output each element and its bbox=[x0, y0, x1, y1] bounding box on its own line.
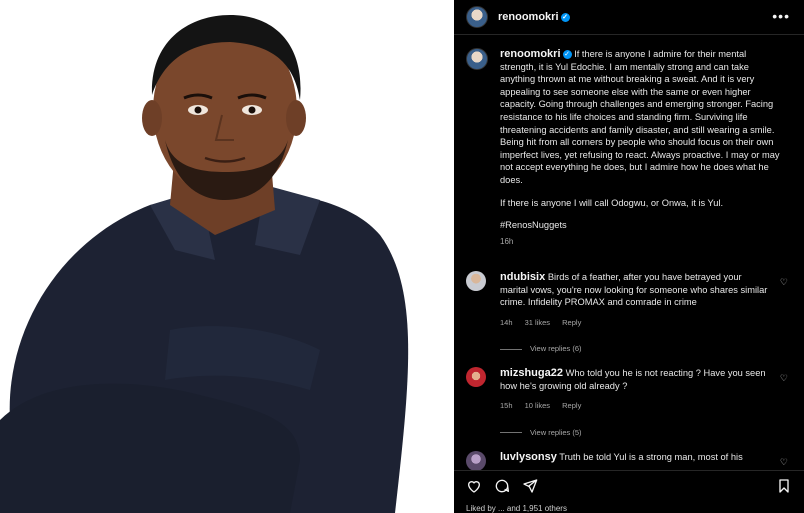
caption-paragraph-2: If there is anyone I will call Odogwu, o… bbox=[500, 197, 724, 208]
commenter-avatar[interactable] bbox=[466, 271, 486, 291]
caption-author-avatar[interactable] bbox=[466, 48, 488, 70]
post-header: renoomokri ✓ ••• bbox=[454, 0, 804, 35]
comment-like-icon[interactable]: ♡ bbox=[780, 373, 788, 384]
author-username-text[interactable]: renoomokri bbox=[498, 11, 559, 23]
caption-paragraph-1: If there is anyone I admire for their me… bbox=[500, 49, 780, 185]
comment-reply-button[interactable]: Reply bbox=[562, 318, 581, 327]
comment-reply-button[interactable]: Reply bbox=[562, 401, 581, 410]
view-replies-button[interactable]: View replies (5) bbox=[500, 427, 772, 440]
caption-time: 16h bbox=[500, 236, 514, 246]
caption-text: renoomokri ✓ If there is anyone I admire … bbox=[500, 48, 782, 248]
comment-username[interactable]: ndubisix bbox=[500, 271, 545, 283]
bookmark-icon[interactable] bbox=[776, 478, 792, 499]
commenter-avatar[interactable] bbox=[466, 367, 486, 387]
comment-body: ndubisix Birds of a feather, after you h… bbox=[500, 271, 772, 356]
comment-icon[interactable] bbox=[494, 478, 510, 499]
caption-hashtag[interactable]: #RenosNuggets bbox=[500, 219, 782, 232]
heart-icon[interactable] bbox=[466, 478, 482, 499]
send-icon[interactable] bbox=[522, 478, 538, 499]
comment-likes[interactable]: 31 likes bbox=[525, 318, 550, 327]
comment-likes[interactable]: 10 likes bbox=[525, 401, 550, 410]
verified-badge-icon: ✓ bbox=[562, 50, 572, 59]
comment-body: mizshuga22 Who told you he is not reacti… bbox=[500, 367, 772, 439]
comment-username[interactable]: luvlysonsy bbox=[500, 451, 557, 463]
comment-text: Truth be told Yul is a strong man, most … bbox=[559, 452, 743, 462]
action-bar bbox=[454, 470, 804, 501]
verified-badge-icon: ✓ bbox=[560, 13, 570, 22]
comment-body: luvlysonsy Truth be told Yul is a strong… bbox=[500, 451, 772, 464]
portrait-illustration bbox=[0, 0, 454, 513]
view-replies-button[interactable]: View replies (6) bbox=[500, 343, 772, 356]
liked-by-text[interactable]: Liked by ... and 1,951 others bbox=[466, 504, 567, 513]
caption-username[interactable]: renoomokri bbox=[500, 48, 561, 60]
post-image bbox=[0, 0, 454, 513]
comment-meta: 14h 31 likes Reply bbox=[500, 317, 772, 330]
more-horizontal-icon[interactable]: ••• bbox=[772, 8, 790, 24]
comment-username[interactable]: mizshuga22 bbox=[500, 367, 563, 379]
comment-time: 14h bbox=[500, 317, 513, 327]
comment-meta: 15h 10 likes Reply bbox=[500, 400, 772, 413]
commenter-avatar[interactable] bbox=[466, 451, 486, 471]
author-username[interactable]: renoomokri ✓ bbox=[498, 11, 570, 23]
post-sidebar: renoomokri ✓ ••• renoomokri ✓ If there is … bbox=[454, 0, 804, 513]
author-avatar[interactable] bbox=[466, 6, 488, 28]
comment-time: 15h bbox=[500, 401, 513, 411]
comment-like-icon[interactable]: ♡ bbox=[780, 457, 788, 468]
comment-like-icon[interactable]: ♡ bbox=[780, 277, 788, 288]
